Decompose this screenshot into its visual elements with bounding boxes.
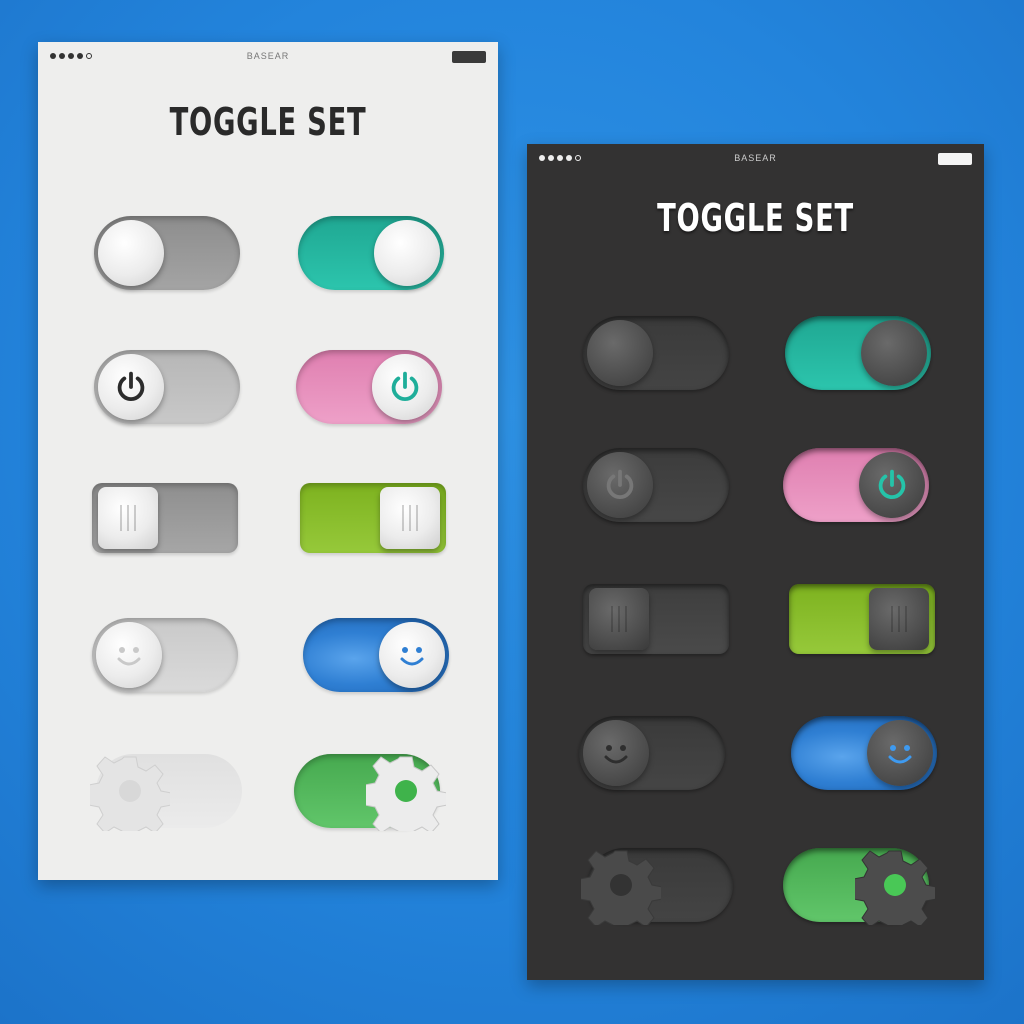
toggle-grip-off[interactable]	[92, 483, 238, 553]
toggle-knob	[587, 320, 653, 386]
toggle-gear-on[interactable]	[783, 848, 935, 925]
toggle-knob	[861, 320, 927, 386]
light-phone-screen: BASEAR TOGGLE SET	[38, 42, 498, 880]
toggle-smiley-off[interactable]	[92, 618, 238, 692]
status-bar: BASEAR	[527, 144, 984, 174]
toggle-grip-on[interactable]	[789, 584, 935, 654]
power-icon	[606, 469, 634, 499]
toggle-knob	[98, 220, 164, 286]
toggle-power-on[interactable]	[296, 350, 442, 424]
toggle-power-off[interactable]	[94, 350, 240, 424]
power-icon	[391, 371, 419, 401]
carrier-name: BASEAR	[734, 153, 777, 163]
power-icon	[878, 469, 906, 499]
grip-icon	[891, 606, 907, 632]
smiley-icon	[117, 647, 141, 666]
gear-icon	[90, 756, 170, 831]
grip-icon	[611, 606, 627, 632]
toggle-gear-off[interactable]	[581, 848, 733, 925]
smiley-icon	[888, 745, 912, 764]
toggle-grip-off[interactable]	[583, 584, 729, 654]
power-icon	[117, 371, 145, 401]
carrier-name: BASEAR	[246, 51, 290, 61]
toggle-knob	[374, 220, 440, 286]
grip-icon	[402, 505, 418, 531]
status-bar: BASEAR	[38, 42, 498, 72]
battery-icon	[938, 153, 972, 165]
toggle-plain-off[interactable]	[583, 316, 729, 390]
toggle-smiley-off[interactable]	[579, 716, 725, 790]
toggle-plain-off[interactable]	[94, 216, 240, 290]
toggle-gear-off[interactable]	[90, 754, 242, 831]
gear-icon	[855, 850, 935, 925]
smiley-icon	[400, 647, 424, 666]
toggle-plain-on[interactable]	[298, 216, 444, 290]
toggle-plain-on[interactable]	[785, 316, 931, 390]
dark-phone-screen: BASEAR TOGGLE SET	[527, 144, 984, 980]
battery-icon	[452, 51, 486, 63]
page-title: TOGGLE SET	[657, 196, 854, 240]
page-title: TOGGLE SET	[169, 100, 367, 144]
toggle-power-off[interactable]	[583, 448, 729, 522]
toggle-smiley-on[interactable]	[303, 618, 449, 692]
toggle-smiley-on[interactable]	[791, 716, 937, 790]
gear-icon	[581, 850, 661, 925]
smiley-icon	[604, 745, 628, 764]
toggle-power-on[interactable]	[783, 448, 929, 522]
toggle-gear-on[interactable]	[294, 754, 446, 831]
toggle-grip-on[interactable]	[300, 483, 446, 553]
grip-icon	[120, 505, 136, 531]
gear-icon	[366, 756, 446, 831]
